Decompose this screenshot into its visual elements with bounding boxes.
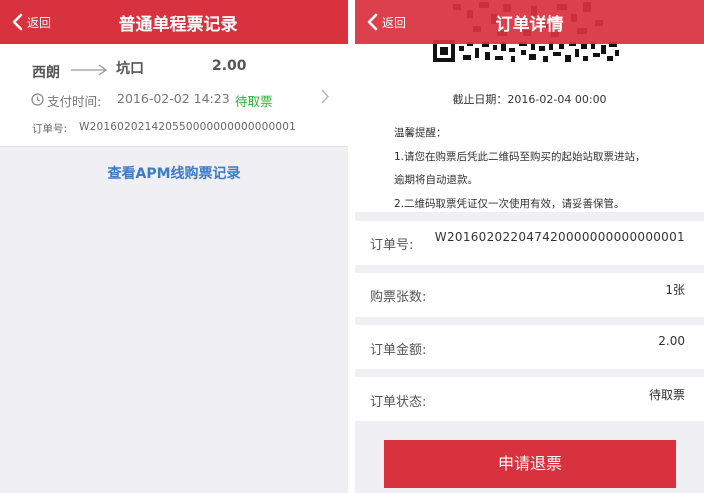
order-number-label: 订单号: (32, 123, 68, 135)
page-title: 订单详情 (495, 15, 564, 35)
pay-time-label: 支付时间: (47, 94, 102, 109)
tips-line-3: 2.二维码取票凭证仅一次使用有效，请妥善保管。 (394, 197, 625, 210)
order-number: W201602021420550000000000000001 (79, 121, 296, 133)
ticket-record-item[interactable]: 西朗 坑口 2.00 支付时间: 2016-02-02 14:23 待取票 订单… (0, 44, 348, 147)
deadline-text: 截止日期：2016-02-04 00:00 (452, 93, 607, 106)
to-station: 坑口 (116, 61, 144, 77)
order-amount-row: 订单金额: 2.00 (355, 325, 704, 369)
tips-block: 温馨提醒： 1.请您在购票后凭此二维码至购买的起始站取票进站， 逾期将自动退款。… (394, 122, 646, 216)
page-title: 普通单程票记录 (118, 15, 238, 35)
ticket-count-label: 购票张数: (370, 290, 427, 305)
apm-records-link[interactable]: 查看APM线购票记录 (0, 163, 348, 183)
order-number-value: W201602022047420000000000000001 (434, 230, 685, 244)
order-detail-screen: 截止日期：2016-02-04 00:00 温馨提醒： 1.请您在购票后凭此二维… (355, 0, 704, 493)
tips-title: 温馨提醒： (394, 127, 447, 139)
clock-icon (31, 93, 44, 106)
order-number-label: 订单号: (370, 238, 414, 253)
order-status-value: 待取票 (648, 388, 685, 402)
ticket-count-value: 1张 (665, 283, 685, 297)
refund-button[interactable]: 申请退票 (384, 440, 676, 488)
top-bar: 返回 订单详情 (355, 0, 704, 44)
order-number-row: 订单号: W201602022047420000000000000001 (355, 221, 704, 265)
order-amount-label: 订单金额: (370, 343, 427, 358)
tips-line-1: 1.请您在购票后凭此二维码至购买的起始站取票进站， (394, 150, 646, 163)
screen-divider (348, 0, 355, 493)
ticket-count-row: 购票张数: 1张 (355, 273, 704, 317)
order-status-row: 订单状态: 待取票 (355, 377, 704, 421)
order-status-label: 订单状态: (370, 395, 427, 410)
order-amount-value: 2.00 (658, 334, 685, 348)
ticket-amount: 2.00 (212, 58, 247, 74)
ticket-records-screen: 返回 普通单程票记录 西朗 坑口 2.00 支付时间: 2016-02-02 1… (0, 0, 348, 493)
status-badge: 待取票 (235, 94, 273, 109)
tips-line-2: 逾期将自动退款。 (394, 174, 478, 186)
pay-time: 2016-02-02 14:23 (117, 91, 230, 106)
chevron-right-icon[interactable] (320, 88, 330, 105)
from-station: 西朗 (32, 65, 60, 81)
arrow-right-icon (71, 64, 108, 76)
top-bar: 返回 普通单程票记录 (0, 0, 348, 44)
